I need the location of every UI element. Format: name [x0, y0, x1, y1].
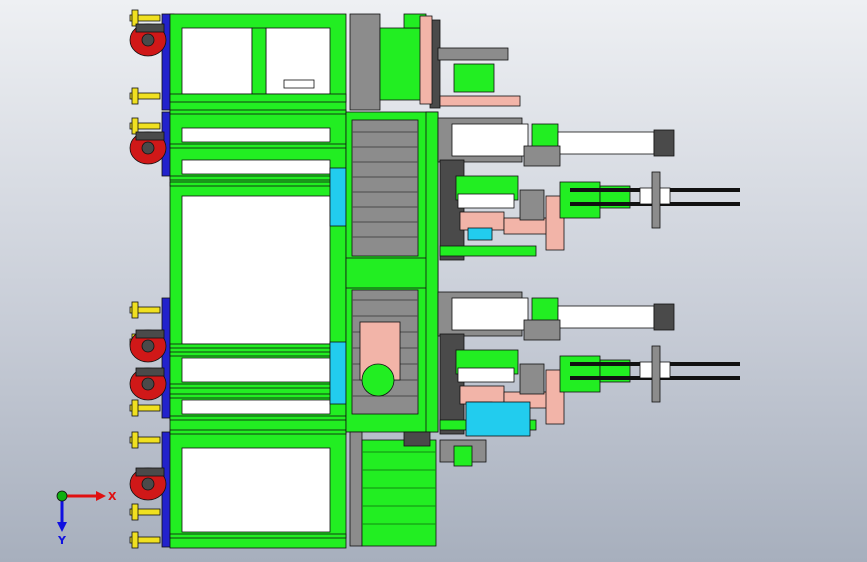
white-bar	[457, 367, 515, 383]
clamp-block	[519, 189, 545, 221]
cylinder-end-cap	[653, 303, 675, 331]
cylinder-assembly	[523, 123, 740, 403]
frame-beam	[169, 393, 347, 399]
leveling-foot-pad	[131, 503, 139, 521]
leveling-foot-pad	[131, 399, 139, 417]
valve-block	[531, 297, 559, 323]
panel-strip	[181, 127, 331, 143]
lower-plate	[439, 245, 537, 257]
rod-pin	[651, 171, 661, 229]
small-block	[453, 63, 495, 93]
small-block	[453, 445, 473, 467]
frame-beam	[169, 175, 347, 181]
frame-beam	[345, 257, 439, 289]
gripper-body	[559, 355, 601, 393]
cyan-tag	[467, 227, 493, 241]
leveling-foot-pad	[131, 431, 139, 449]
cylinder-end-cap	[653, 129, 675, 157]
panel-strip	[181, 357, 331, 383]
caster-group	[129, 9, 167, 549]
frame-beam	[169, 143, 347, 149]
frame-beam	[169, 93, 347, 103]
caster-hub	[141, 477, 155, 491]
caster-hub	[141, 339, 155, 353]
panel-window	[181, 27, 253, 95]
motor-cap	[403, 431, 431, 447]
frame-beam	[169, 533, 347, 539]
caster-mount	[135, 367, 165, 377]
drive-motor	[361, 439, 437, 547]
white-bar	[457, 193, 515, 209]
motor-bracket	[349, 431, 363, 547]
cylinder-body-white	[451, 297, 529, 331]
x-axis-label: X	[108, 490, 117, 503]
salmon-block	[459, 385, 505, 405]
cylinder-body-white	[451, 123, 529, 157]
small-block	[439, 95, 521, 107]
frame-beam	[169, 109, 347, 115]
cylinder-mount	[523, 319, 561, 341]
motor-round	[361, 363, 395, 397]
frame-beam	[169, 351, 347, 357]
caster-mount	[135, 329, 165, 339]
gripper-body	[559, 181, 601, 219]
x-axis-arrowhead	[96, 491, 106, 501]
slot-handle	[283, 79, 315, 89]
vertical-plate	[439, 333, 465, 435]
frame-beam	[169, 343, 347, 349]
coordinate-triad[interactable]: X Y	[56, 490, 117, 547]
frame-post	[251, 27, 267, 95]
small-block	[437, 47, 509, 61]
cylinder-mount	[523, 145, 561, 167]
panel-window	[181, 447, 331, 533]
caster-hub	[141, 377, 155, 391]
y-axis-arrowhead	[57, 522, 67, 532]
motor-bracket	[349, 13, 381, 111]
frame-beam	[169, 383, 347, 389]
small-block	[419, 15, 433, 105]
triad-origin	[56, 490, 68, 502]
clamp-block	[519, 363, 545, 395]
frame-post	[425, 111, 439, 433]
caster-hub	[141, 33, 155, 47]
air-cylinder	[557, 305, 655, 329]
panel-strip	[181, 159, 331, 175]
panel-window	[181, 195, 331, 345]
frame-beam	[169, 181, 347, 187]
caster-mount	[135, 131, 165, 141]
caster-mount	[135, 23, 165, 33]
caster-hub	[141, 141, 155, 155]
air-cylinder	[557, 131, 655, 155]
rod-pin	[651, 345, 661, 403]
y-axis-label: Y	[57, 534, 67, 547]
frame-beam	[169, 415, 347, 421]
frame-beam	[169, 429, 347, 435]
cad-model-view: X Y	[56, 9, 740, 549]
caster-mount	[135, 467, 165, 477]
cyan-bracket	[329, 341, 347, 405]
panel-strip	[181, 399, 331, 415]
cad-viewport[interactable]: X Y	[0, 0, 867, 562]
leveling-foot-pad	[131, 531, 139, 549]
leveling-foot-pad	[131, 87, 139, 105]
salmon-block	[459, 211, 505, 231]
valve-block	[531, 123, 559, 149]
leveling-foot-pad	[131, 301, 139, 319]
machine-bay	[351, 119, 419, 257]
cyan-fixture	[465, 401, 531, 437]
vertical-plate	[439, 159, 465, 261]
cyan-bracket	[329, 167, 347, 227]
